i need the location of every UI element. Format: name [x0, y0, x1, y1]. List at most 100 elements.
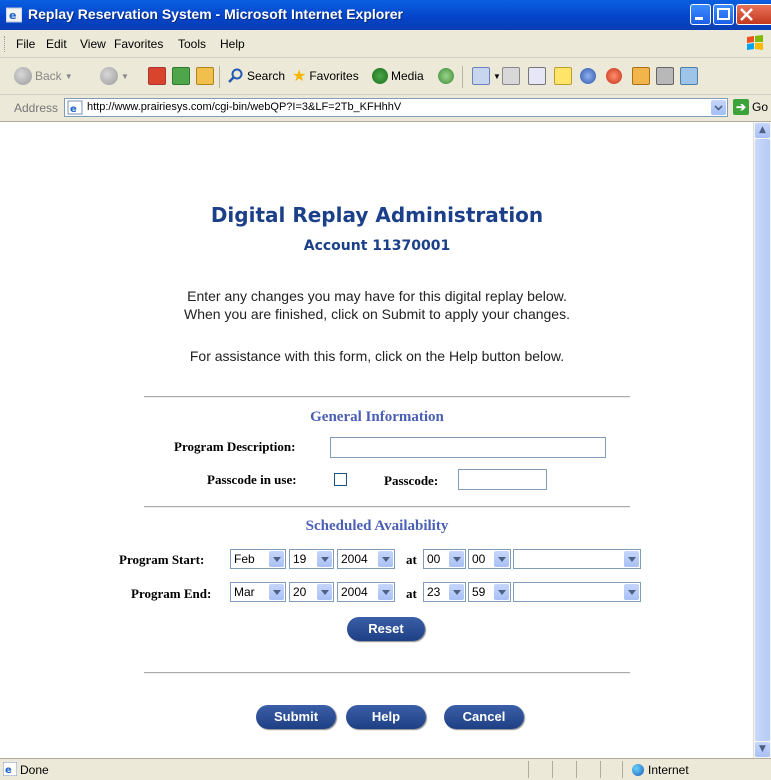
chevron-down-icon — [449, 584, 464, 600]
program-start-label: Program Start: — [119, 552, 205, 567]
end-minute-value: 59 — [472, 585, 486, 599]
passcode-input[interactable] — [458, 469, 547, 490]
star-icon: ★ — [292, 68, 307, 85]
research-icon — [606, 68, 622, 84]
go-arrow-icon: ➔ — [733, 99, 749, 115]
minimize-button[interactable] — [690, 4, 711, 25]
end-year-select[interactable]: 2004 — [337, 582, 395, 602]
menu-favorites[interactable]: Favorites — [114, 37, 163, 51]
address-dropdown-button[interactable] — [711, 100, 726, 115]
chevron-down-icon — [714, 105, 723, 111]
home-icon — [196, 67, 214, 85]
end-hour-select[interactable]: 23 — [423, 582, 466, 602]
chevron-down-icon — [494, 551, 509, 567]
chevron-down-icon — [494, 584, 509, 600]
menu-help[interactable]: Help — [220, 37, 245, 51]
history-icon — [438, 68, 454, 84]
search-button[interactable]: Search — [228, 66, 285, 86]
start-year-value: 2004 — [341, 552, 368, 566]
refresh-button[interactable] — [172, 66, 190, 86]
status-separator — [552, 761, 553, 778]
scroll-thumb[interactable] — [755, 139, 770, 741]
start-timezone-select[interactable] — [513, 549, 641, 569]
start-hour-select[interactable]: 00 — [423, 549, 466, 569]
forward-arrow-icon — [100, 67, 118, 85]
page-content: Digital Replay Administration Account 11… — [3, 122, 751, 758]
go-button[interactable]: ➔ Go — [733, 99, 768, 115]
chevron-down-icon — [317, 584, 332, 600]
back-dropdown-icon[interactable]: ▼ — [65, 72, 73, 81]
favorites-label: Favorites — [309, 69, 359, 83]
start-hour-value: 00 — [427, 552, 441, 566]
start-minute-select[interactable]: 00 — [468, 549, 511, 569]
scroll-down-icon[interactable]: ▼ — [755, 742, 770, 757]
toolbar: Back ▼ ▼ Search ★ Favorites Media ▼ — [0, 58, 771, 95]
instruction-line-3: For assistance with this form, click on … — [189, 348, 565, 364]
mail-button[interactable]: ▼ — [472, 66, 501, 86]
status-text: Done — [20, 763, 49, 777]
chevron-down-icon — [269, 584, 284, 600]
program-description-input[interactable] — [330, 437, 606, 458]
media-button[interactable]: Media — [372, 66, 424, 86]
menu-bar: File Edit View Favorites Tools Help — [0, 30, 771, 58]
passcode-in-use-checkbox[interactable] — [334, 473, 347, 486]
help-button[interactable]: Help — [346, 705, 426, 729]
start-day-value: 19 — [293, 552, 307, 566]
menu-view[interactable]: View — [80, 37, 106, 51]
chevron-down-icon — [317, 551, 332, 567]
close-button[interactable] — [736, 4, 771, 25]
mail-icon — [472, 67, 490, 85]
research-button[interactable] — [606, 66, 622, 86]
tool-icon — [632, 67, 650, 85]
maximize-icon — [717, 8, 730, 20]
tool-button[interactable] — [632, 66, 650, 86]
back-button[interactable]: Back ▼ — [14, 66, 73, 86]
cancel-button[interactable]: Cancel — [444, 705, 524, 729]
messenger-button[interactable] — [580, 66, 596, 86]
favorites-button[interactable]: ★ Favorites — [292, 66, 359, 86]
page-done-icon: e — [3, 762, 17, 776]
discuss-button[interactable] — [554, 66, 572, 86]
end-day-select[interactable]: 20 — [289, 582, 334, 602]
start-month-select[interactable]: Feb — [230, 549, 286, 569]
history-button[interactable] — [438, 66, 454, 86]
print-button[interactable] — [502, 66, 520, 86]
page-icon: e — [67, 100, 83, 115]
search-icon — [228, 68, 243, 83]
start-day-select[interactable]: 19 — [289, 549, 334, 569]
edit-icon — [528, 67, 546, 85]
end-minute-select[interactable]: 59 — [468, 582, 511, 602]
status-separator — [576, 761, 577, 778]
stop-button[interactable] — [148, 66, 166, 86]
end-timezone-select[interactable] — [513, 582, 641, 602]
home-button[interactable] — [196, 66, 214, 86]
books-icon — [656, 67, 674, 85]
forward-dropdown-icon[interactable]: ▼ — [121, 72, 129, 81]
chevron-down-icon — [449, 551, 464, 567]
start-year-select[interactable]: 2004 — [337, 549, 395, 569]
menu-file[interactable]: File — [16, 37, 35, 51]
go-label: Go — [752, 100, 769, 114]
end-month-select[interactable]: Mar — [230, 582, 286, 602]
maximize-button[interactable] — [713, 4, 734, 25]
books-button[interactable] — [656, 66, 674, 86]
edit-button[interactable] — [528, 66, 546, 86]
reset-button[interactable]: Reset — [347, 617, 425, 641]
divider — [144, 506, 630, 508]
scroll-up-icon[interactable]: ▲ — [755, 123, 770, 138]
menu-tools[interactable]: Tools — [178, 37, 206, 51]
menu-edit[interactable]: Edit — [46, 37, 67, 51]
submit-button[interactable]: Submit — [256, 705, 336, 729]
start-minute-value: 00 — [472, 552, 486, 566]
end-hour-value: 23 — [427, 585, 441, 599]
address-input[interactable]: e http://www.prairiesys.com/cgi-bin/webQ… — [64, 98, 728, 117]
chevron-down-icon — [269, 551, 284, 567]
divider — [144, 396, 630, 398]
note-icon — [554, 67, 572, 85]
vertical-scrollbar[interactable]: ▲ ▼ — [753, 122, 771, 758]
network-button[interactable] — [680, 66, 698, 86]
status-separator — [622, 761, 623, 778]
passcode-label: Passcode: — [384, 473, 439, 488]
close-icon — [740, 8, 753, 21]
forward-button[interactable]: ▼ — [100, 66, 129, 86]
